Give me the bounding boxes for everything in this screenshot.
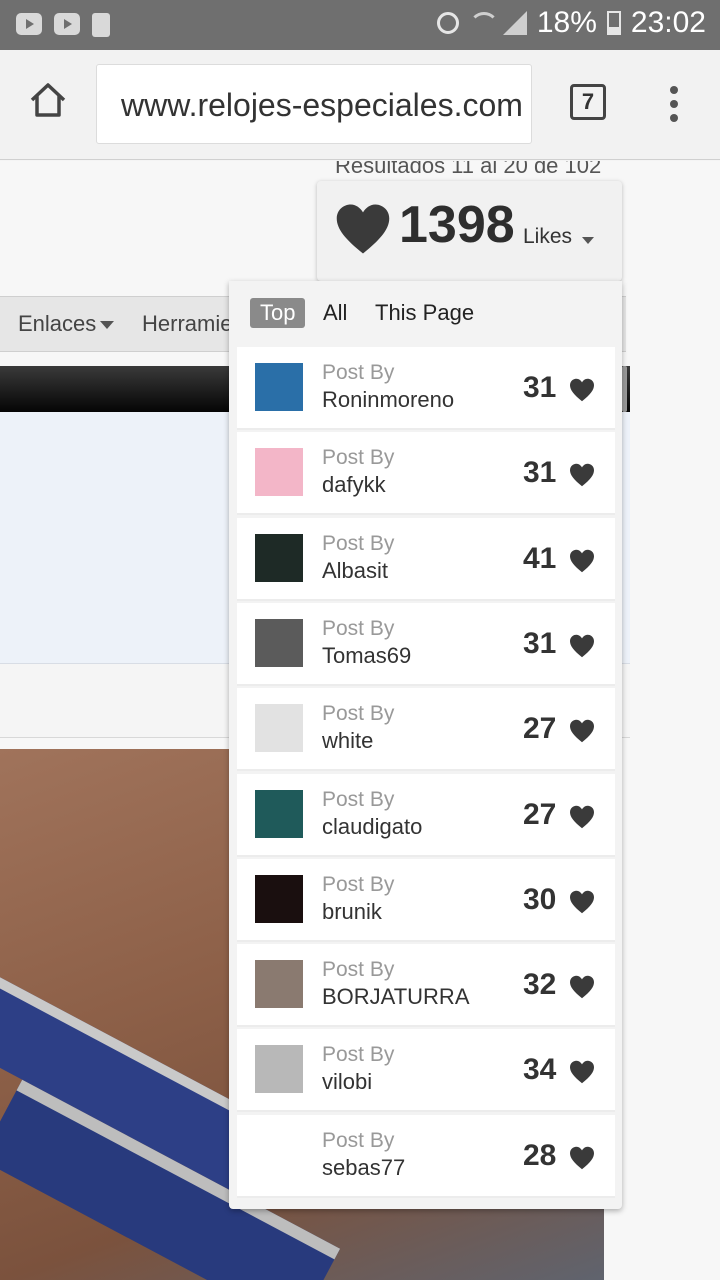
- url-bar[interactable]: www.relojes-especiales.com: [96, 64, 532, 144]
- list-item[interactable]: Post By white 27: [237, 688, 615, 772]
- browser-toolbar: www.relojes-especiales.com 7: [0, 50, 720, 160]
- nav-enlaces[interactable]: Enlaces: [18, 311, 115, 337]
- like-count: 31: [523, 456, 557, 490]
- list-item[interactable]: Post By Roninmoreno 31: [237, 347, 615, 430]
- system-icons: 18% 23:02: [436, 6, 706, 40]
- like-count: 28: [523, 1138, 557, 1172]
- username-link[interactable]: vilobi: [322, 1069, 372, 1095]
- avatar[interactable]: [255, 363, 303, 411]
- heart-icon: [570, 890, 594, 913]
- avatar[interactable]: [255, 448, 303, 497]
- avatar[interactable]: [255, 1045, 303, 1094]
- scrollbar[interactable]: [622, 366, 627, 412]
- list-item[interactable]: Post By Albasit 41: [237, 517, 615, 601]
- username-link[interactable]: BORJATURRA: [322, 984, 470, 1010]
- wifi-icon: [468, 12, 499, 34]
- heart-icon: [570, 975, 594, 999]
- heart-icon: [570, 1061, 594, 1084]
- username-link[interactable]: brunik: [322, 899, 382, 925]
- likes-label: Likes: [523, 225, 573, 248]
- likes-dropdown: Top All This Page Post By Roninmoreno 31 Po…: [229, 281, 622, 1209]
- list-item[interactable]: Post By Tomas69 31: [237, 602, 615, 686]
- youtube-icon-2: [54, 13, 80, 35]
- like-count: 34: [523, 1053, 557, 1087]
- like-count: 30: [523, 882, 557, 916]
- post-by-label: Post By: [322, 361, 395, 384]
- post-by-label: Post By: [322, 702, 395, 726]
- list-item[interactable]: Post By BORJATURRA 32: [237, 944, 615, 1028]
- avatar[interactable]: [255, 618, 303, 667]
- caret-down-icon: [582, 237, 594, 244]
- username-link[interactable]: dafykk: [322, 472, 386, 498]
- like-count: 32: [523, 968, 557, 1002]
- post-by-label: Post By: [322, 616, 395, 640]
- signal-icon: [502, 11, 527, 35]
- username-link[interactable]: Albasit: [322, 558, 388, 584]
- avatar[interactable]: [255, 1130, 303, 1179]
- likes-widget-button[interactable]: 1398 Likes: [317, 181, 622, 281]
- like-count: 31: [523, 371, 557, 404]
- clock: 23:02: [630, 6, 706, 39]
- likes-total: 1398: [399, 196, 515, 254]
- username-link[interactable]: claudigato: [322, 814, 422, 840]
- avatar[interactable]: [255, 704, 303, 753]
- heart-icon: [570, 464, 594, 487]
- like-count: 31: [523, 626, 557, 660]
- username-link[interactable]: sebas77: [322, 1155, 405, 1181]
- heart-icon: [570, 805, 594, 828]
- post-by-label: Post By: [322, 872, 395, 896]
- likes-tabs: Top All This Page: [229, 281, 622, 345]
- youtube-icon: [16, 13, 42, 35]
- username-link[interactable]: Roninmoreno: [322, 387, 454, 413]
- list-item[interactable]: Post By vilobi 34: [237, 1029, 615, 1113]
- battery-percent: 18%: [536, 6, 597, 39]
- heart-icon: [570, 1146, 594, 1169]
- like-count: 41: [523, 541, 557, 575]
- like-count: 27: [523, 712, 557, 746]
- avatar[interactable]: [255, 789, 303, 838]
- list-item[interactable]: Post By dafykk 31: [237, 432, 615, 516]
- overflow-menu-icon[interactable]: [664, 86, 684, 122]
- battery-icon: [606, 11, 621, 35]
- tab-all[interactable]: All: [313, 298, 357, 328]
- recycle-icon: [92, 13, 110, 37]
- avatar[interactable]: [255, 533, 303, 582]
- tab-top[interactable]: Top: [250, 298, 306, 328]
- heart-icon: [570, 634, 594, 658]
- heart-icon: [570, 378, 594, 402]
- post-by-label: Post By: [322, 787, 395, 811]
- list-item[interactable]: Post By brunik 30: [237, 858, 615, 942]
- list-item[interactable]: Post By claudigato 27: [237, 773, 615, 857]
- results-text: Resultados 11 al 20 de 102: [335, 161, 602, 178]
- post-by-label: Post By: [322, 1128, 395, 1152]
- username-link[interactable]: Tomas69: [322, 643, 411, 669]
- post-by-label: Post By: [322, 446, 395, 470]
- alarm-icon: [436, 12, 459, 34]
- chevron-down-icon: [100, 321, 115, 330]
- post-by-label: Post By: [322, 531, 395, 555]
- nav-herramientas[interactable]: Herramie: [142, 311, 232, 337]
- post-by-label: Post By: [322, 1043, 395, 1067]
- avatar[interactable]: [255, 960, 303, 1009]
- post-by-label: Post By: [322, 958, 395, 982]
- heart-icon: [570, 549, 594, 572]
- tab-this-page[interactable]: This Page: [365, 298, 484, 328]
- nav-enlaces-label: Enlaces: [18, 311, 97, 336]
- avatar[interactable]: [255, 874, 303, 923]
- status-bar: 18% 23:02: [0, 0, 720, 50]
- list-item[interactable]: Post By sebas77 28: [237, 1114, 615, 1198]
- notification-icons: [16, 13, 110, 37]
- like-count: 27: [523, 797, 557, 831]
- heart-icon: [336, 204, 390, 254]
- username-link[interactable]: white: [322, 728, 373, 754]
- heart-icon: [570, 719, 594, 743]
- home-icon[interactable]: [28, 80, 68, 120]
- tab-switcher-button[interactable]: 7: [570, 84, 606, 120]
